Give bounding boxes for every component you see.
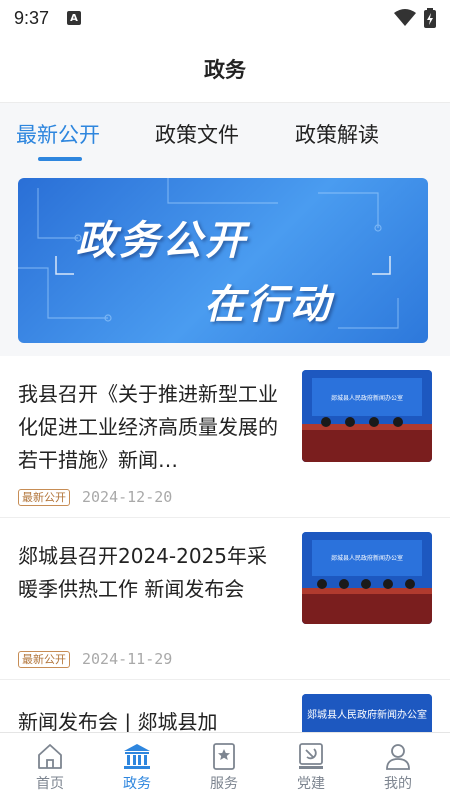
nav-government[interactable]: 政务 [92,733,182,797]
banner[interactable]: 政务公开 在行动 [18,178,428,343]
party-emblem-icon [299,743,323,769]
page-title: 政务 [204,58,246,82]
news-item[interactable]: 新闻发布会 | 郯城县加 郯城县人民政府新闻办公室 [0,680,450,740]
bottom-navigation: 首页 政务 服务 党建 我的 [0,732,450,797]
banner-title-line2: 在行动 [204,282,333,328]
user-icon [386,744,410,770]
nav-label: 服务 [210,776,238,792]
banner-title-line1: 政务公开 [76,218,248,264]
news-title: 我县召开《关于推进新型工业化促进工业经济高质量发展的若干措施》新闻… [18,382,278,472]
nav-label: 党建 [297,776,325,792]
nav-label: 首页 [36,776,64,792]
news-item[interactable]: 我县召开《关于推进新型工业化促进工业经济高质量发展的若干措施》新闻… 最新公开 … [0,356,450,518]
tab-latest-disclosure[interactable]: 最新公开 [16,119,100,149]
news-thumbnail: 郯城县人民政府新闻办公室 [302,532,432,624]
svg-text:郯城县人民政府新闻办公室: 郯城县人民政府新闻办公室 [331,394,403,402]
banner-section: 政务公开 在行动 [0,166,450,356]
news-tag: 最新公开 [18,650,70,668]
news-title: 郯城县召开2024-2025年采暖季供热工作 新闻发布会 [18,544,268,601]
tab-policy-documents[interactable]: 政策文件 [155,119,239,149]
title-bar: 政务 [0,36,450,102]
nav-home[interactable]: 首页 [5,733,95,797]
nav-mine[interactable]: 我的 [353,733,443,797]
nav-party-building[interactable]: 党建 [266,733,356,797]
status-time: 9:37 [14,7,50,28]
status-bar: 9:37 A [0,0,450,36]
tab-bar: 最新公开 政策文件 政策解读 [0,102,450,166]
active-tab-indicator [38,157,82,161]
nav-service[interactable]: 服务 [179,733,269,797]
battery-icon [424,8,436,28]
news-item[interactable]: 郯城县召开2024-2025年采暖季供热工作 新闻发布会 最新公开 2024-1… [0,518,450,680]
news-date: 2024-11-29 [82,650,173,668]
tab-policy-interpretation[interactable]: 政策解读 [295,119,379,149]
wifi-icon [394,9,416,26]
government-building-icon [124,744,150,769]
nav-label: 我的 [384,776,412,792]
news-date: 2024-12-20 [82,488,173,506]
svg-text:郯城县人民政府新闻办公室: 郯城县人民政府新闻办公室 [307,708,427,721]
notification-a-icon: A [67,11,82,25]
svg-text:郯城县人民政府新闻办公室: 郯城县人民政府新闻办公室 [331,554,403,562]
home-icon [38,744,62,769]
news-thumbnail: 郯城县人民政府新闻办公室 [302,370,432,462]
service-bookmark-icon [213,743,235,770]
news-tag: 最新公开 [18,488,70,506]
nav-label: 政务 [123,776,151,792]
